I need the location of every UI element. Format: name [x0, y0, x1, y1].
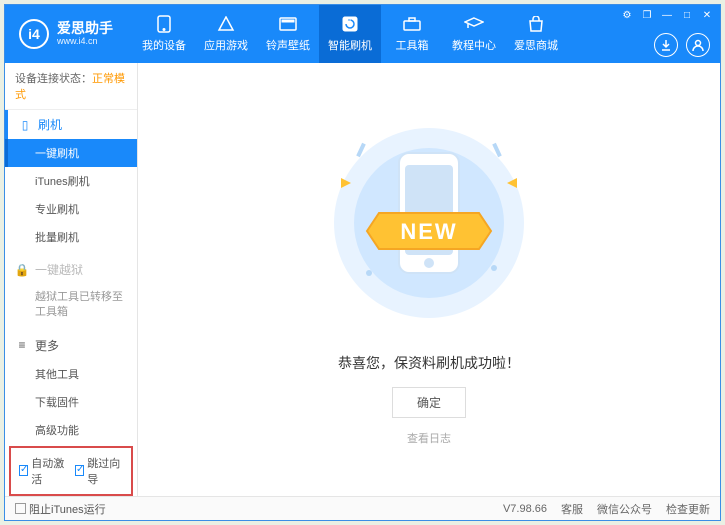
menu-icon: ≡ — [15, 338, 29, 352]
logo-icon: i4 — [19, 19, 49, 49]
maximize-button[interactable]: □ — [680, 9, 694, 21]
sidebar-item-other-tools[interactable]: 其他工具 — [5, 360, 137, 388]
user-button[interactable] — [686, 33, 710, 57]
download-button[interactable] — [654, 33, 678, 57]
app-title: 爱思助手 — [57, 21, 113, 36]
tab-store[interactable]: 爱思商城 — [505, 5, 567, 63]
main-content: NEW 恭喜您，保资料刷机成功啦！ 确定 查看日志 — [138, 63, 720, 496]
sidebar: 设备连接状态：正常模式 ▯ 刷机 一键刷机 iTunes刷机 专业刷机 批量刷机… — [5, 63, 138, 496]
checkbox-icon — [15, 503, 26, 514]
footer-left: 阻止iTunes运行 — [15, 501, 106, 517]
section-label: 刷机 — [38, 116, 62, 133]
section-label: 一键越狱 — [35, 261, 83, 278]
version-label: V7.98.66 — [503, 503, 547, 515]
tab-ringtones[interactable]: 铃声壁纸 — [257, 5, 319, 63]
tab-my-device[interactable]: 我的设备 — [133, 5, 195, 63]
checkbox-label: 阻止iTunes运行 — [29, 501, 106, 517]
new-badge-text: NEW — [400, 219, 457, 244]
settings-button[interactable]: ⚙ — [620, 9, 634, 21]
checkbox-label: 自动激活 — [31, 455, 67, 487]
lock-icon: 🔒 — [15, 263, 29, 277]
sidebar-item-advanced[interactable]: 高级功能 — [5, 416, 137, 444]
ok-button[interactable]: 确定 — [392, 387, 466, 418]
section-label: 更多 — [35, 337, 59, 354]
tab-label: 教程中心 — [452, 37, 496, 53]
sidebar-section-jailbreak: 🔒 一键越狱 — [5, 255, 137, 284]
cascade-button[interactable]: ❐ — [640, 9, 654, 21]
view-log-link[interactable]: 查看日志 — [407, 430, 451, 446]
service-link[interactable]: 客服 — [561, 501, 583, 517]
tab-label: 应用游戏 — [204, 37, 248, 53]
sidebar-section-more[interactable]: ≡ 更多 — [5, 331, 137, 360]
refresh-icon — [340, 15, 360, 33]
sidebar-item-pro-flash[interactable]: 专业刷机 — [5, 195, 137, 223]
checkbox-skip-guide[interactable]: 跳过向导 — [75, 455, 123, 487]
checkbox-icon — [19, 465, 28, 476]
footer: 阻止iTunes运行 V7.98.66 客服 微信公众号 检查更新 — [5, 496, 720, 520]
sidebar-item-batch-flash[interactable]: 批量刷机 — [5, 223, 137, 251]
nav-tabs: 我的设备 应用游戏 铃声壁纸 智能刷机 工具箱 教程中心 — [133, 5, 567, 63]
sidebar-section-flash[interactable]: ▯ 刷机 — [5, 110, 137, 139]
sidebar-item-one-click-flash[interactable]: 一键刷机 — [5, 139, 137, 167]
tab-label: 我的设备 — [142, 37, 186, 53]
phone-icon — [154, 15, 174, 33]
titlebar: i4 爱思助手 www.i4.cn 我的设备 应用游戏 铃声壁纸 智能刷机 — [5, 5, 720, 63]
wechat-link[interactable]: 微信公众号 — [597, 501, 652, 517]
checkbox-label: 跳过向导 — [87, 455, 123, 487]
success-illustration: NEW — [329, 113, 529, 333]
status-label: 设备连接状态： — [15, 73, 92, 85]
tab-label: 铃声壁纸 — [266, 37, 310, 53]
close-button[interactable]: ✕ — [700, 9, 714, 21]
jailbreak-note: 越狱工具已转移至工具箱 — [5, 284, 137, 327]
app-window: i4 爱思助手 www.i4.cn 我的设备 应用游戏 铃声壁纸 智能刷机 — [4, 4, 721, 521]
wallpaper-icon — [278, 15, 298, 33]
body: 设备连接状态：正常模式 ▯ 刷机 一键刷机 iTunes刷机 专业刷机 批量刷机… — [5, 63, 720, 496]
store-icon — [526, 15, 546, 33]
sidebar-item-itunes-flash[interactable]: iTunes刷机 — [5, 167, 137, 195]
footer-right: V7.98.66 客服 微信公众号 检查更新 — [503, 501, 710, 517]
tab-tutorials[interactable]: 教程中心 — [443, 5, 505, 63]
tab-apps[interactable]: 应用游戏 — [195, 5, 257, 63]
checkbox-auto-activate[interactable]: 自动激活 — [19, 455, 67, 487]
minimize-button[interactable]: — — [660, 9, 674, 21]
tab-label: 智能刷机 — [328, 37, 372, 53]
checkbox-block-itunes[interactable]: 阻止iTunes运行 — [15, 501, 106, 517]
graduation-icon — [464, 15, 484, 33]
sidebar-item-download-firmware[interactable]: 下载固件 — [5, 388, 137, 416]
success-message: 恭喜您，保资料刷机成功啦！ — [338, 353, 520, 373]
checkbox-icon — [75, 465, 84, 476]
apps-icon — [216, 15, 236, 33]
logo-area: i4 爱思助手 www.i4.cn — [5, 19, 127, 49]
connection-status: 设备连接状态：正常模式 — [5, 63, 137, 110]
app-subtitle: www.i4.cn — [57, 37, 113, 47]
titlebar-circle-buttons — [654, 33, 710, 57]
logo-text: 爱思助手 www.i4.cn — [57, 21, 113, 46]
toolbox-icon — [402, 15, 422, 33]
tab-flash[interactable]: 智能刷机 — [319, 5, 381, 63]
phone-icon: ▯ — [18, 118, 32, 132]
tab-label: 工具箱 — [396, 37, 429, 53]
tab-toolbox[interactable]: 工具箱 — [381, 5, 443, 63]
tab-label: 爱思商城 — [514, 37, 558, 53]
checkbox-row-highlighted: 自动激活 跳过向导 — [9, 446, 133, 496]
update-link[interactable]: 检查更新 — [666, 501, 710, 517]
window-controls: ⚙ ❐ — □ ✕ — [620, 9, 714, 21]
